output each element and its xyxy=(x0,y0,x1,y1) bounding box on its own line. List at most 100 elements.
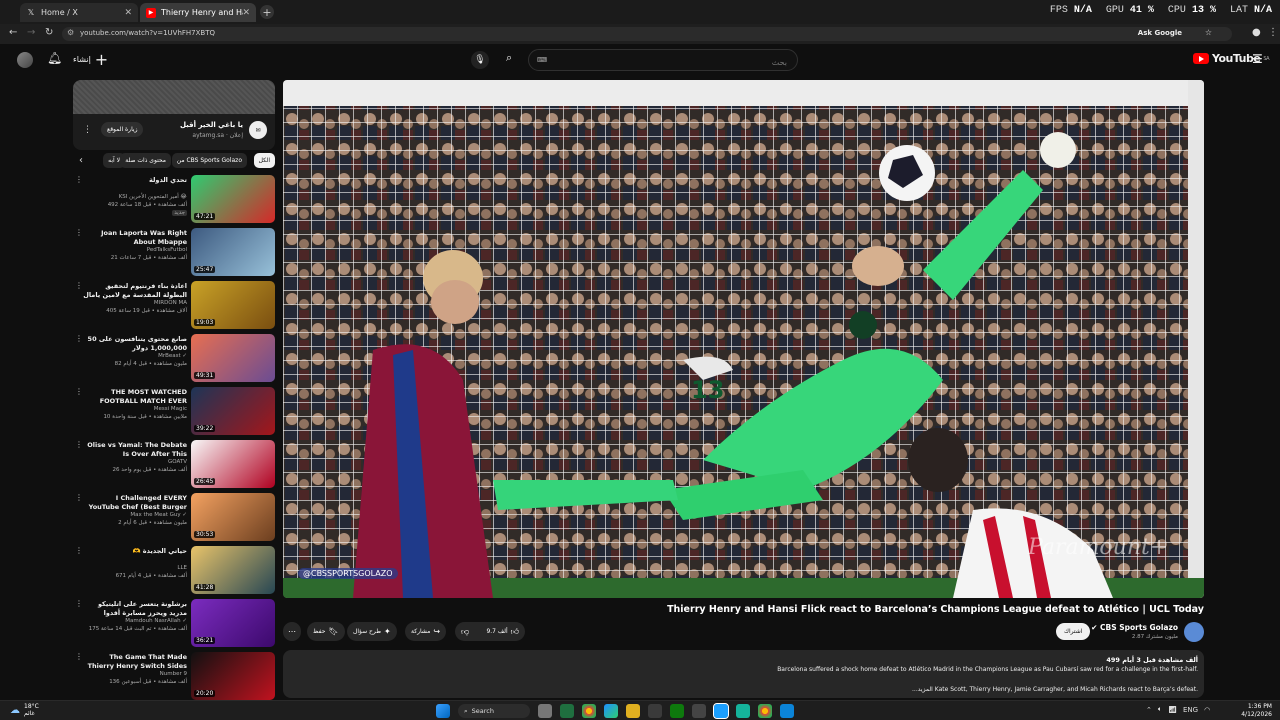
task-view-icon[interactable] xyxy=(538,704,552,718)
close-icon[interactable]: ✕ xyxy=(242,8,250,18)
site-info-icon[interactable]: ⚙ xyxy=(67,28,74,37)
video-thumbnail[interactable]: 19:03 xyxy=(191,281,275,329)
dislike-icon[interactable]: 👎︎ xyxy=(461,627,469,637)
video-title[interactable]: اعادة بناء فرنتيوم لتحقيق البطولة المقدس… xyxy=(83,282,187,300)
network-icon[interactable]: 📶︎ xyxy=(1168,706,1177,714)
widgets-icon[interactable] xyxy=(560,704,574,718)
tab-youtube-video[interactable]: ▶ Thierry Henry and Hansi Flick r ✕ xyxy=(140,3,256,22)
chevron-left-icon[interactable]: ‹ xyxy=(79,155,83,166)
video-channel[interactable]: Number 9 xyxy=(160,671,187,677)
more-actions-button[interactable]: ⋯ xyxy=(283,622,301,641)
more-options-icon[interactable]: ⋮ xyxy=(83,125,92,135)
chip-from-cbs[interactable]: من CBS Sports Golazo xyxy=(171,153,247,168)
video-thumbnail[interactable]: 30:53 xyxy=(191,493,275,541)
edge-icon[interactable] xyxy=(604,704,618,718)
weather-widget[interactable]: ☁ 18°C غائم xyxy=(10,703,39,717)
list-item[interactable]: 36:21 برشلونة يتعسر على اتليتيكو مدريد وي… xyxy=(73,597,275,649)
windows-start-icon[interactable] xyxy=(436,704,450,718)
forward-icon[interactable]: → xyxy=(27,27,35,38)
video-title[interactable]: I Challenged EVERY YouTube Chef (Best Bu… xyxy=(83,494,187,512)
video-thumbnail[interactable]: 47:21 xyxy=(191,175,275,223)
keyboard-icon[interactable]: ⌨ xyxy=(537,56,547,64)
video-thumbnail[interactable]: 25:47 xyxy=(191,228,275,276)
more-options-icon[interactable]: ⋮ xyxy=(75,334,83,343)
share-button[interactable]: مشاركة ↪ xyxy=(405,622,447,641)
video-title[interactable]: برشلونة يتعسر على اتليتيكو مدريد ويحرز م… xyxy=(83,600,187,618)
avatar[interactable] xyxy=(17,52,33,68)
store-icon[interactable] xyxy=(648,704,662,718)
video-channel[interactable]: PedTalksFutbol xyxy=(147,247,187,253)
reload-icon[interactable]: ↻ xyxy=(45,27,53,38)
more-options-icon[interactable]: ⋮ xyxy=(75,175,83,184)
like-button[interactable]: 9.7 ألف 👍︎ xyxy=(486,627,519,637)
list-item[interactable]: 20:20 The Game That Made Thierry Henry Sw… xyxy=(73,650,275,702)
save-button[interactable]: حفظ 🔖︎ xyxy=(307,622,345,641)
list-item[interactable]: 25:47 Joan Laporta Was Right About Mbappe… xyxy=(73,226,275,278)
bookmark-star-icon[interactable]: ☆ xyxy=(1205,28,1212,37)
video-thumbnail[interactable]: 20:20 xyxy=(191,652,275,700)
more-options-icon[interactable]: ⋮ xyxy=(75,493,83,502)
list-item[interactable]: 39:22 THE MOST WATCHED FOOTBALL MATCH EVE… xyxy=(73,385,275,437)
ask-button[interactable]: طرح سؤال ✦ xyxy=(347,622,397,641)
video-title[interactable]: 50 صانع محتوى يتنافسون على 1,000,000 دول… xyxy=(83,335,187,353)
more-options-icon[interactable]: ⋮ xyxy=(75,387,83,396)
channel-name[interactable]: ✔ CBS Sports Golazo xyxy=(1091,623,1178,632)
channel-avatar[interactable] xyxy=(1184,622,1204,642)
video-channel[interactable]: Mamdouh NasrAllah ✓ xyxy=(125,618,187,624)
video-channel[interactable]: LLE xyxy=(177,565,187,571)
list-item[interactable]: 41:28 🫶 حياتي الجديدة LLE 671 ألف مشاهدة • … xyxy=(73,544,275,596)
video-title[interactable]: Olise vs Yamal: The Debate Is Over After… xyxy=(83,441,187,459)
video-thumbnail[interactable]: 49:31 xyxy=(191,334,275,382)
clock[interactable]: 1:36 PM 4/12/2026 xyxy=(1241,703,1272,719)
app-icon[interactable] xyxy=(692,704,706,718)
more-options-icon[interactable]: ⋮ xyxy=(75,228,83,237)
chrome-icon[interactable] xyxy=(582,704,596,718)
description-box[interactable]: 499 ألف مشاهدة قبل 3 أيام Barcelona suff… xyxy=(283,650,1204,698)
description-more[interactable]: ...المزيد Kate Scott, Thierry Henry, Jam… xyxy=(912,686,1198,693)
video-title[interactable]: تحدي الدولة xyxy=(83,176,187,185)
create-button[interactable]: إنشاء + xyxy=(73,50,108,69)
profile-icon[interactable]: ● xyxy=(1252,27,1261,38)
video-thumbnail[interactable]: 26:45 xyxy=(191,440,275,488)
video-channel[interactable]: Max the Meat Guy ✓ xyxy=(130,512,187,518)
microphone-icon[interactable]: 🎙︎ xyxy=(471,51,489,69)
hamburger-menu-icon[interactable]: ☰ xyxy=(1252,52,1263,66)
list-item[interactable]: 30:53 I Challenged EVERY YouTube Chef (Be… xyxy=(73,491,275,543)
chip-all[interactable]: الكل xyxy=(253,153,275,168)
ad-avatar[interactable]: ✉ xyxy=(249,121,267,139)
taskbar-search[interactable]: ⌕ Search xyxy=(458,704,530,718)
more-options-icon[interactable]: ⋮ xyxy=(75,281,83,290)
notifications-bell-icon[interactable]: 🔔︎ xyxy=(47,51,62,65)
speaker-icon[interactable]: 🔈︎ xyxy=(1158,705,1162,714)
visit-site-button[interactable]: زيارة الموقع xyxy=(101,122,144,137)
tab-x-home[interactable]: 𝕏 Home / X ✕ xyxy=(20,3,138,22)
video-title[interactable]: 🫶 حياتي الجديدة xyxy=(83,547,187,556)
list-item[interactable]: 49:31 50 صانع محتوى يتنافسون على 1,000,00… xyxy=(73,332,275,384)
list-item[interactable]: 26:45 Olise vs Yamal: The Debate Is Over … xyxy=(73,438,275,490)
url-field[interactable]: ⚙ youtube.com/watch?v=1UVhFH7XBTQ Ask Go… xyxy=(62,27,1232,41)
list-item[interactable]: 19:03 اعادة بناء فرنتيوم لتحقيق البطولة ا… xyxy=(73,279,275,331)
video-channel[interactable]: KSI أمير المتحوين الأخرين 😂 xyxy=(119,194,187,200)
ad-title[interactable]: يا باغي الخير أقبل xyxy=(180,121,243,129)
more-options-icon[interactable]: ⋮ xyxy=(75,546,83,555)
video-thumbnail[interactable]: 41:28 xyxy=(191,546,275,594)
file-explorer-icon[interactable] xyxy=(626,704,640,718)
video-title[interactable]: Joan Laporta Was Right About Mbappe xyxy=(83,229,187,247)
video-thumbnail[interactable]: 39:22 xyxy=(191,387,275,435)
video-channel[interactable]: MrBeast ✓ xyxy=(158,353,187,359)
video-channel[interactable]: GOATV xyxy=(168,459,187,465)
video-player[interactable]: 13 @CBSSPORTSGOLAZO Paramount+ xyxy=(283,80,1204,598)
search-input[interactable] xyxy=(529,52,797,73)
subscribe-button[interactable]: اشتراك xyxy=(1056,623,1091,640)
video-channel[interactable]: MIRDON MA xyxy=(154,300,187,306)
list-item[interactable]: 47:21 تحدي الدولة KSI أمير المتحوين الأخري… xyxy=(73,173,275,225)
ad-banner[interactable] xyxy=(73,80,275,114)
video-title[interactable]: The Game That Made Thierry Henry Switch … xyxy=(83,653,187,671)
more-options-icon[interactable]: ⋮ xyxy=(75,440,83,449)
new-tab-button[interactable]: + xyxy=(260,5,274,19)
chip-related[interactable]: محتوى ذات صلة xyxy=(120,153,171,168)
ask-google-button[interactable]: Ask Google xyxy=(1138,29,1182,37)
more-options-icon[interactable]: ⋮ xyxy=(75,599,83,608)
close-icon[interactable]: ✕ xyxy=(124,8,132,18)
video-thumbnail[interactable]: 36:21 xyxy=(191,599,275,647)
